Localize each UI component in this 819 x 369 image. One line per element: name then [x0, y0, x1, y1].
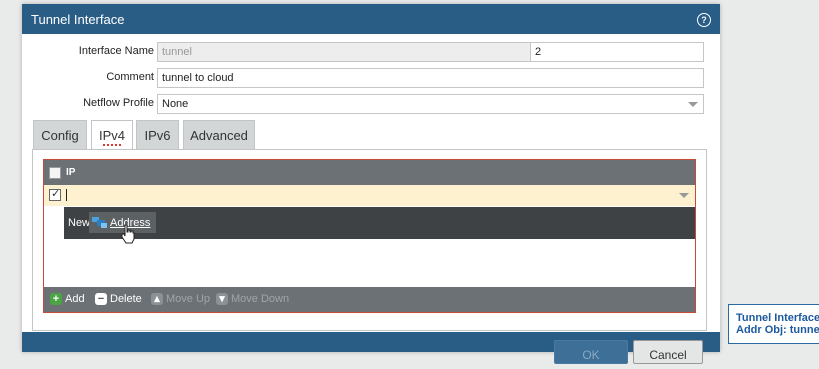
delete-label: Delete — [110, 293, 142, 305]
netflow-profile-value: None — [162, 98, 189, 110]
hand-pointer-icon — [121, 224, 135, 244]
tunnel-interface-dialog: Tunnel Interface ? Interface Name tunnel… — [22, 4, 720, 364]
arrow-down-icon: ▾ — [216, 293, 228, 305]
chevron-down-icon — [688, 102, 698, 107]
grid-header: IP — [44, 160, 695, 185]
ip-address-grid: IP ✓ New Address + Add − Delete ▴ Move U… — [43, 159, 696, 313]
spellcheck-underline — [103, 144, 123, 146]
tab-advanced[interactable]: Advanced — [183, 120, 255, 150]
interface-name-label: Interface Name — [78, 45, 154, 57]
move-up-label: Move Up — [166, 293, 211, 305]
tab-config-label: Config — [41, 128, 79, 143]
ip-input-field[interactable] — [66, 189, 67, 201]
row-checkbox[interactable]: ✓ — [49, 188, 61, 201]
ip-edit-row: ✓ — [44, 185, 695, 206]
minus-icon: − — [95, 293, 107, 305]
grid-toolbar: + Add − Delete ▴ Move Up ▾ Move Down — [44, 287, 695, 312]
plus-icon: + — [50, 293, 62, 305]
delete-button[interactable]: − Delete — [95, 293, 147, 306]
new-address-item[interactable]: Address — [89, 212, 156, 244]
tab-ipv4[interactable]: IPv4 — [91, 120, 133, 151]
arrow-up-icon: ▴ — [151, 293, 163, 305]
add-label: Add — [65, 293, 85, 305]
tab-ipv6-label: IPv6 — [144, 128, 171, 143]
tooltip-line-2: Addr Obj: tunne — [736, 324, 819, 336]
check-icon: ✓ — [51, 188, 61, 200]
chevron-down-icon[interactable] — [679, 193, 689, 198]
tab-ipv4-label: IPv4 — [98, 128, 125, 143]
dialog-title: Tunnel Interface — [31, 12, 125, 27]
ip-column-header: IP — [66, 167, 76, 178]
tab-ipv6[interactable]: IPv6 — [136, 120, 179, 150]
netflow-profile-label: Netflow Profile — [83, 97, 154, 109]
interface-name-input[interactable]: tunnel — [157, 42, 534, 62]
select-all-checkbox[interactable] — [49, 167, 61, 179]
comment-input[interactable]: tunnel to cloud — [157, 68, 704, 88]
netflow-profile-select[interactable]: None — [157, 94, 704, 114]
address-object-icon — [92, 217, 107, 228]
ip-dropdown-menu: New Address — [64, 207, 695, 244]
interface-number-input[interactable]: 2 — [530, 42, 704, 62]
tooltip: Tunnel Interface Addr Obj: tunne — [728, 304, 819, 344]
ok-button[interactable]: OK — [554, 340, 628, 364]
move-down-label: Move Down — [231, 293, 290, 305]
help-icon[interactable]: ? — [697, 13, 711, 27]
dialog-titlebar: Tunnel Interface ? — [22, 4, 720, 34]
tab-advanced-label: Advanced — [190, 128, 248, 143]
comment-label: Comment — [106, 71, 154, 83]
cancel-button[interactable]: Cancel — [633, 340, 703, 364]
tab-config[interactable]: Config — [33, 120, 87, 150]
move-down-button[interactable]: ▾ Move Down — [216, 293, 290, 306]
ipv4-panel: IP ✓ New Address + Add − Delete ▴ Move U… — [32, 149, 707, 331]
add-button[interactable]: + Add — [50, 293, 92, 306]
new-label: New — [68, 217, 91, 229]
move-up-button[interactable]: ▴ Move Up — [151, 293, 211, 306]
tooltip-line-1: Tunnel Interface — [736, 312, 819, 324]
